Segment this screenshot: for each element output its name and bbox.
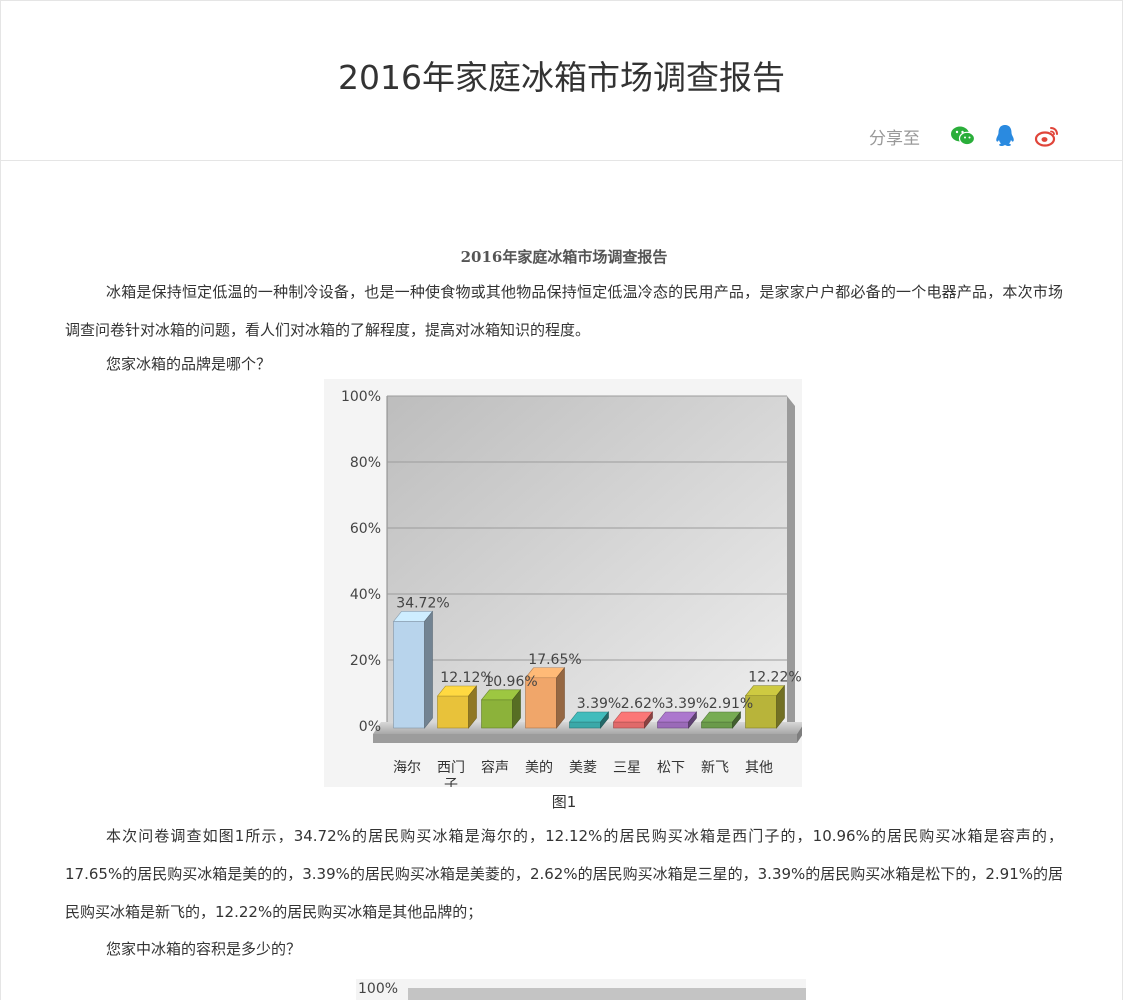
bar-side bbox=[424, 610, 433, 729]
x-tick-label: 容声 bbox=[481, 759, 509, 776]
wechat-icon[interactable] bbox=[950, 123, 976, 149]
x-tick-label: 美菱 bbox=[569, 760, 597, 776]
bar bbox=[657, 721, 689, 729]
volume-bar-chart: 100% bbox=[356, 979, 806, 1000]
y-tick-label: 60% bbox=[350, 521, 381, 537]
figure-caption: 图1 bbox=[551, 793, 577, 811]
bar bbox=[701, 721, 733, 729]
bar bbox=[613, 721, 645, 729]
bar-side bbox=[556, 666, 565, 729]
article: 2016年家庭冰箱市场调查报告 冰箱是保持恒定低温的一种制冷设备，也是一种使食物… bbox=[65, 241, 1063, 967]
y-tick-label: 0% bbox=[359, 719, 381, 735]
bar bbox=[393, 621, 425, 729]
data-label: 34.72% bbox=[396, 595, 449, 611]
y-tick-label: 80% bbox=[350, 455, 381, 471]
y-tick-label: 40% bbox=[350, 587, 381, 603]
brand-chart: 100% 80% 60% 40% 20% 0% 34.72% 海尔 12.12% 西门子 10.9… bbox=[324, 379, 805, 793]
data-label: 10.96% bbox=[484, 674, 537, 690]
bar bbox=[437, 695, 469, 729]
x-tick-label: 新飞 bbox=[701, 760, 729, 776]
intro-paragraph: 冰箱是保持恒定低温的一种制冷设备，也是一种使食物或其他物品保持恒定低温冷态的民用… bbox=[65, 283, 1063, 339]
data-label: 2.91% bbox=[709, 696, 753, 712]
volume-chart: 100% bbox=[356, 979, 806, 1000]
bar bbox=[481, 699, 513, 729]
data-label: 12.22% bbox=[748, 670, 801, 686]
data-label: 2.62% bbox=[621, 696, 665, 712]
analysis-paragraph: 本次问卷调查如图1所示，34.72%的居民购买冰箱是海尔的，12.12%的居民购… bbox=[65, 827, 1063, 921]
x-tick-label: 子 bbox=[444, 777, 458, 787]
y-tick-label: 20% bbox=[350, 653, 381, 669]
y-tick-label: 100% bbox=[341, 389, 381, 405]
weibo-icon[interactable] bbox=[1034, 123, 1060, 149]
share-label: 分享至 bbox=[869, 128, 920, 149]
bar bbox=[569, 721, 601, 729]
question-brand: 您家冰箱的品牌是哪个？ bbox=[106, 355, 272, 373]
header: 2016年家庭冰箱市场调查报告 分享至 bbox=[1, 1, 1122, 161]
x-tick-label: 三星 bbox=[613, 760, 641, 776]
data-label: 17.65% bbox=[528, 652, 581, 668]
article-title: 2016年家庭冰箱市场调查报告 bbox=[460, 248, 668, 266]
x-tick-label: 美的 bbox=[525, 760, 553, 776]
y-tick-label: 100% bbox=[358, 981, 398, 997]
data-label: 3.39% bbox=[665, 696, 709, 712]
x-tick-label: 松下 bbox=[657, 760, 685, 776]
page-title: 2016年家庭冰箱市场调查报告 bbox=[338, 58, 785, 97]
qq-icon[interactable] bbox=[992, 123, 1018, 149]
x-tick-label: 其他 bbox=[745, 760, 773, 776]
question-volume: 您家中冰箱的容积是多少的？ bbox=[106, 940, 302, 958]
x-tick-label: 海尔 bbox=[393, 760, 421, 776]
share-bar: 分享至 bbox=[869, 123, 1060, 149]
data-label: 3.39% bbox=[577, 696, 621, 712]
page: 2016年家庭冰箱市场调查报告 分享至 2016年家庭冰箱市场调查报告 冰箱是保… bbox=[0, 0, 1123, 1000]
chart-floor-front bbox=[373, 734, 797, 743]
brand-bar-chart: 100%80%60%40%20%0% 34.72%海尔12.12%西门子10.9… bbox=[324, 379, 805, 793]
x-tick-label: 西门 bbox=[437, 760, 465, 776]
